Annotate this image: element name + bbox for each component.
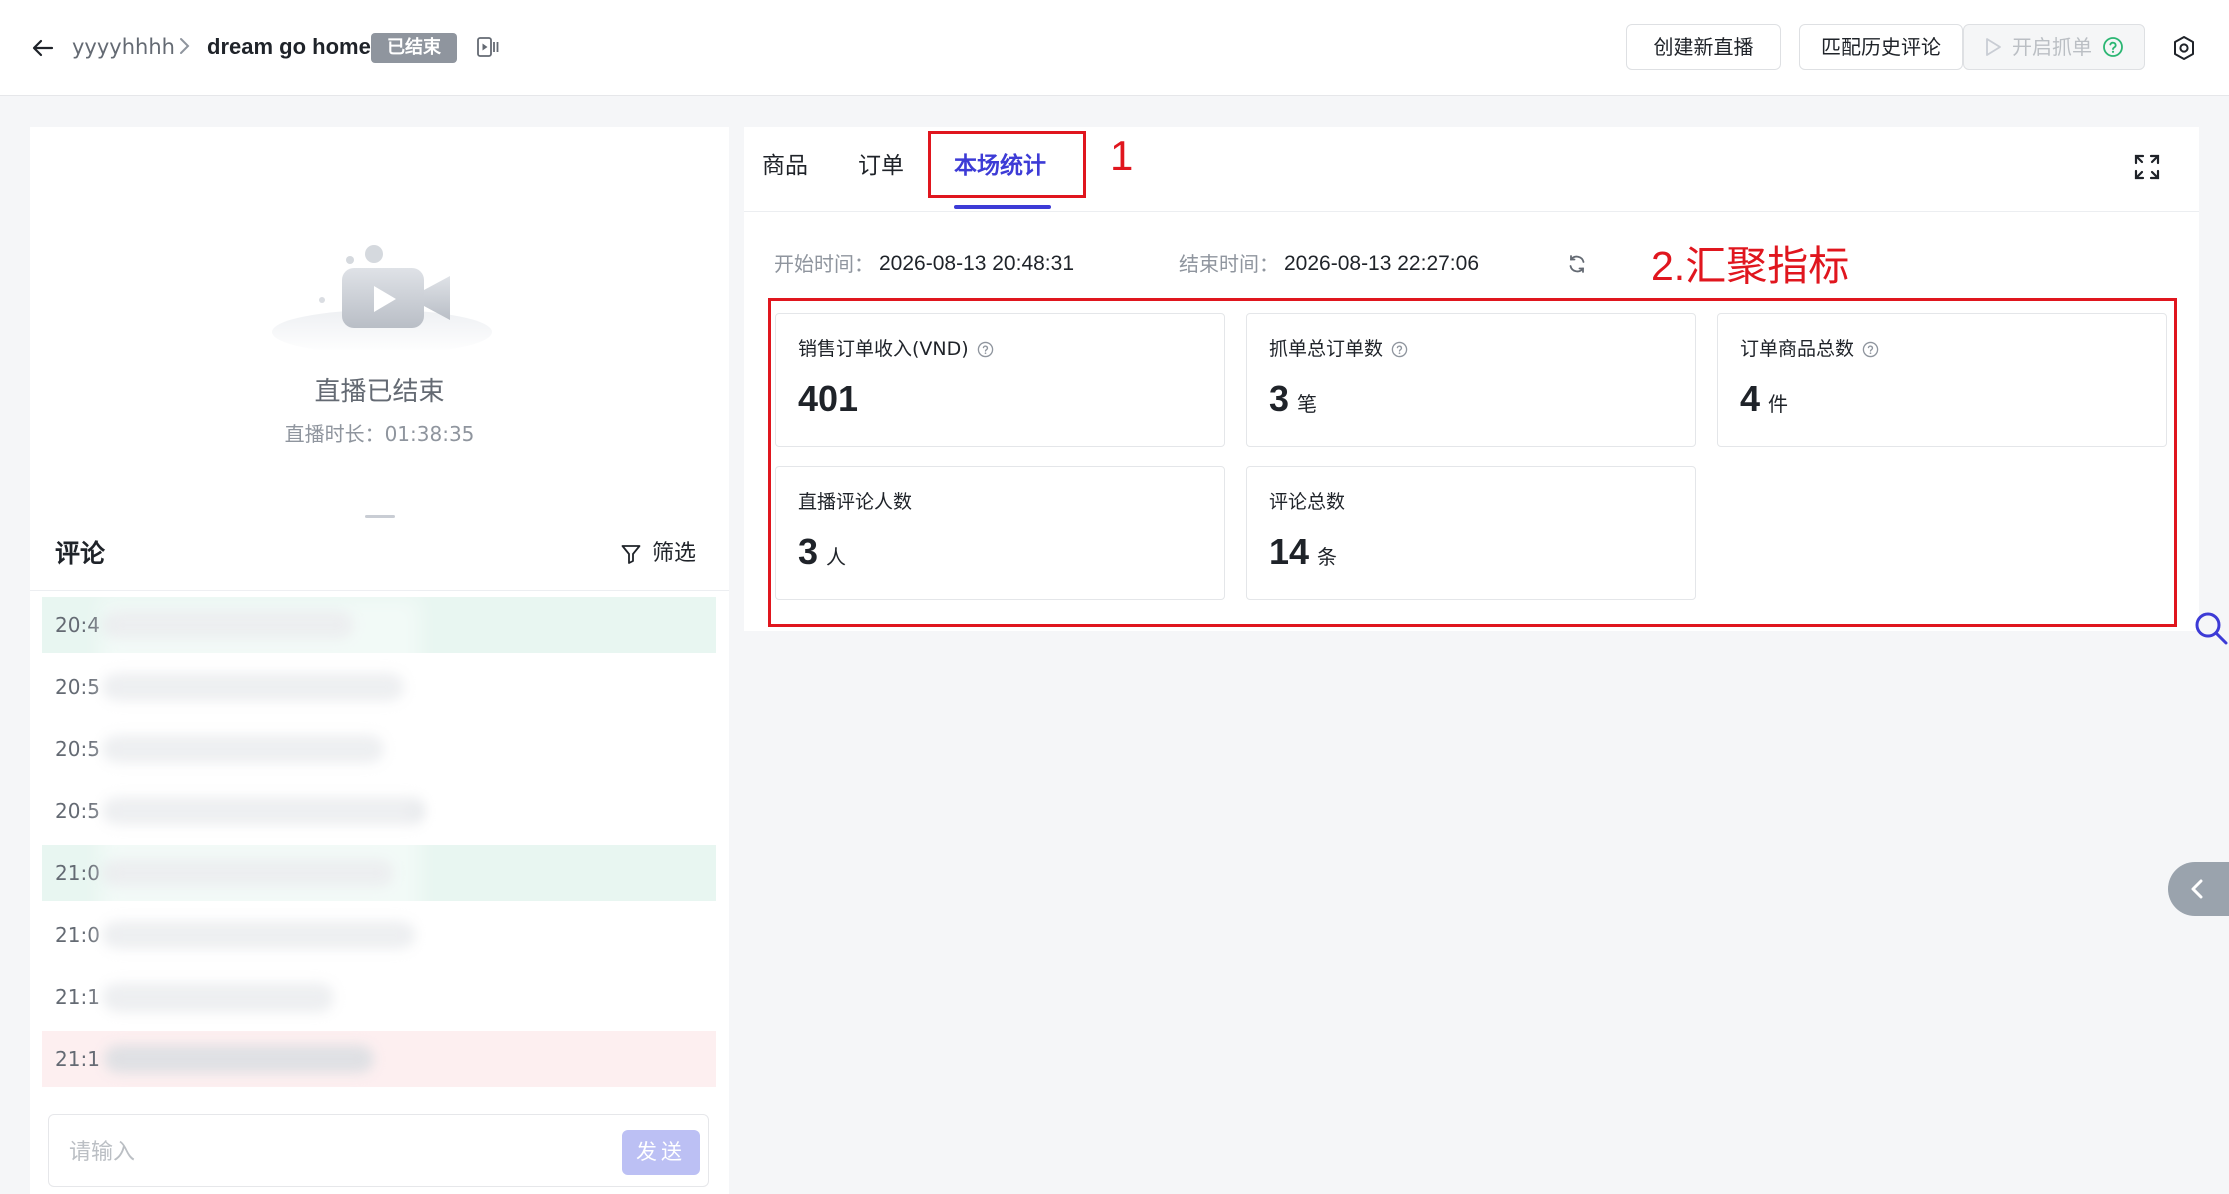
end-time-value: 2026-08-13 22:27:06 [1284,252,1479,275]
refresh-icon[interactable] [1566,253,1588,275]
create-live-button[interactable]: 创建新直播 [1626,24,1781,70]
help-circle-icon[interactable] [2102,36,2124,58]
filter-funnel-icon [620,543,642,565]
breadcrumb-current: dream go home [207,34,371,59]
divider [30,590,729,591]
tab-orders[interactable]: 订单 [858,148,904,184]
filter-button[interactable]: 筛选 [620,537,696,571]
active-tab-indicator [954,205,1051,209]
comment-time: 21:0 [55,861,100,885]
comment-input-box[interactable] [48,1114,709,1187]
video-camera-icon [270,240,495,350]
comment-row[interactable]: 21:1 [42,1031,716,1087]
start-time-value: 2026-08-13 20:48:31 [879,252,1074,275]
send-button[interactable]: 发送 [622,1130,700,1175]
tab-goods[interactable]: 商品 [762,148,808,184]
collapse-sidebar-button[interactable] [2168,862,2229,916]
resize-handle[interactable] [365,515,395,518]
redacted-comment [104,1045,374,1073]
chevron-right-icon [176,36,192,56]
video-file-icon[interactable] [476,36,500,58]
status-badge: 已结束 [371,33,457,63]
fullscreen-icon[interactable] [2132,152,2162,182]
annotation-number-1: 1 [1110,132,1134,179]
end-time-label: 结束时间： [1179,252,1279,276]
breadcrumb-parent[interactable]: yyyyhhhh [72,30,175,64]
chevron-left-icon [2191,879,2203,899]
comment-time: 21:1 [55,1047,100,1071]
live-ended-title: 直播已结束 [314,377,445,407]
comment-input[interactable] [67,1133,571,1171]
search-icon[interactable] [2193,610,2229,646]
comment-time: 21:1 [55,985,100,1009]
start-time-label: 开始时间： [774,252,874,276]
comment-time: 20:5 [55,675,100,699]
play-outline-icon [1984,37,2002,57]
back-arrow-icon[interactable] [28,33,58,63]
match-history-button[interactable]: 匹配历史评论 [1799,24,1963,70]
settings-icon[interactable] [2170,34,2198,62]
annotation-box-tab [928,131,1086,198]
comments-title: 评论 [55,539,106,568]
start-grab-label: 开启抓单 [2012,35,2092,59]
comment-time: 21:0 [55,923,100,947]
comment-time: 20:5 [55,737,100,761]
divider [744,211,2199,212]
filter-label: 筛选 [652,541,697,566]
comment-time: 20:4 [55,613,100,637]
annotation-box-metrics [768,298,2177,627]
annotation-label-2: 2.汇聚指标 [1651,243,1850,289]
comment-time: 20:5 [55,799,100,823]
live-duration: 直播时长：01:38:35 [284,422,475,446]
start-grab-button[interactable]: 开启抓单 [1963,24,2145,70]
privacy-blur-overlay [100,598,420,1018]
